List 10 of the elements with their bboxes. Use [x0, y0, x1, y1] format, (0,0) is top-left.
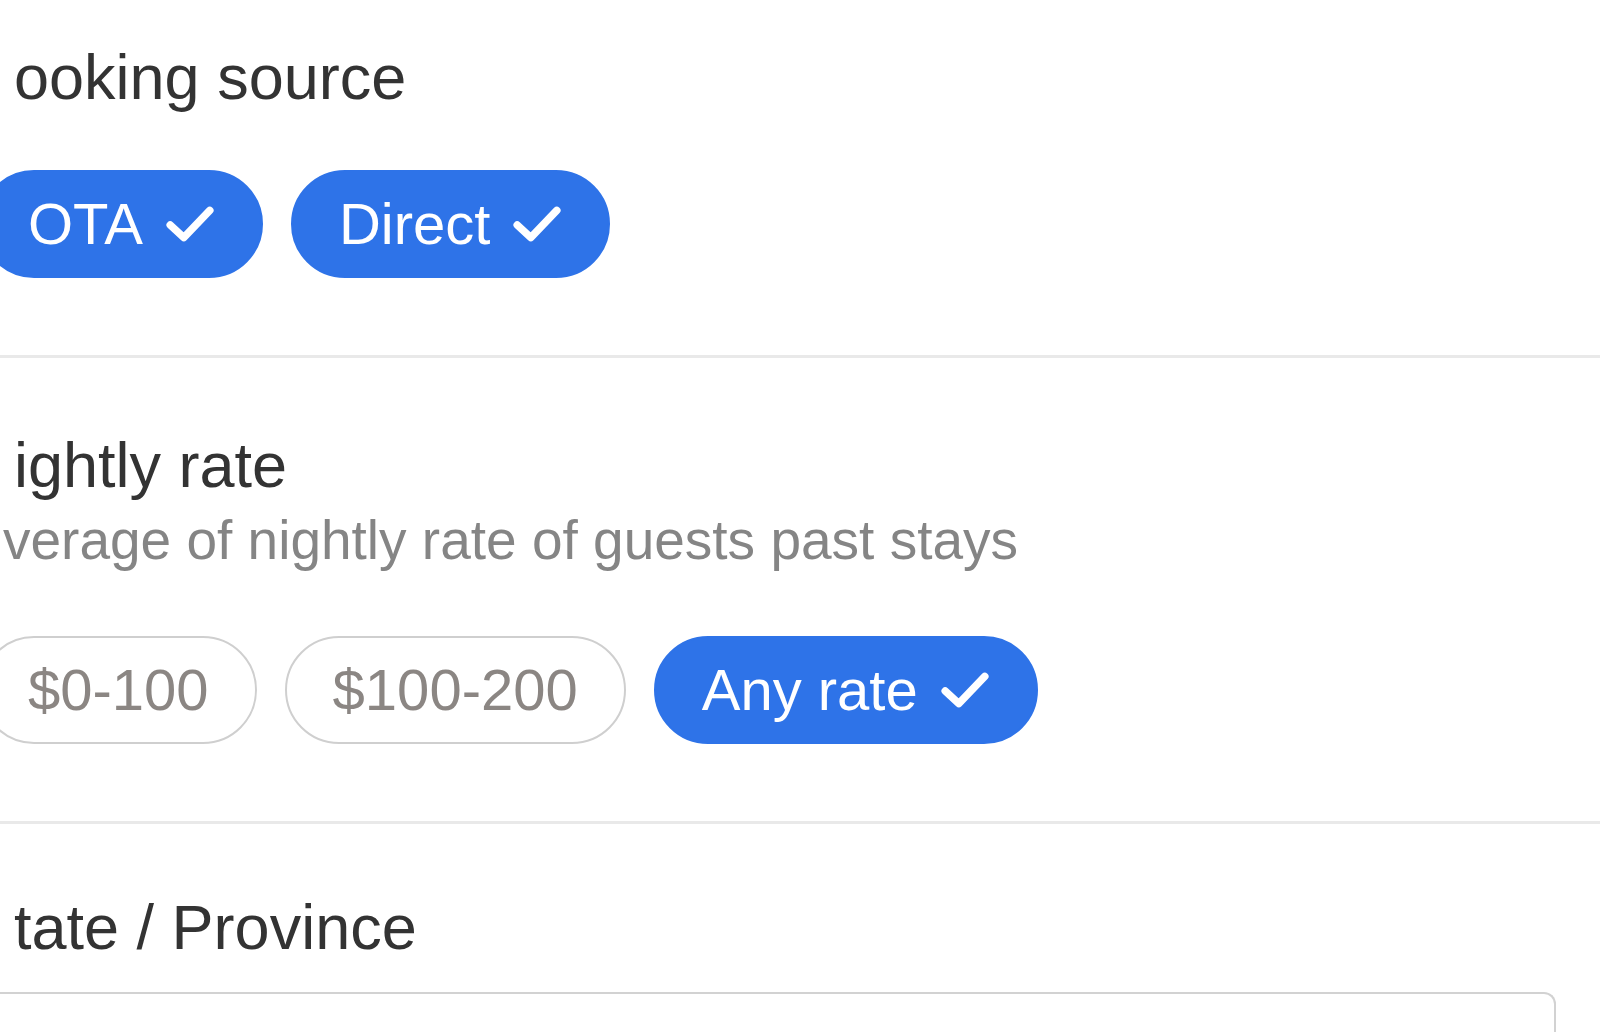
check-icon — [512, 205, 563, 243]
filter-label: tate / Province — [13, 896, 417, 959]
input-field[interactable] — [0, 992, 1556, 1032]
filter-chip[interactable]: OTA — [0, 170, 263, 278]
filter-chip[interactable]: $0-100 — [0, 636, 257, 744]
check-icon — [164, 205, 215, 243]
filter-chip[interactable]: $100-200 — [284, 636, 626, 744]
check-icon — [939, 671, 990, 709]
filter-chip[interactable]: Any rate — [653, 636, 1038, 744]
filter-chip[interactable]: Direct — [290, 170, 611, 278]
